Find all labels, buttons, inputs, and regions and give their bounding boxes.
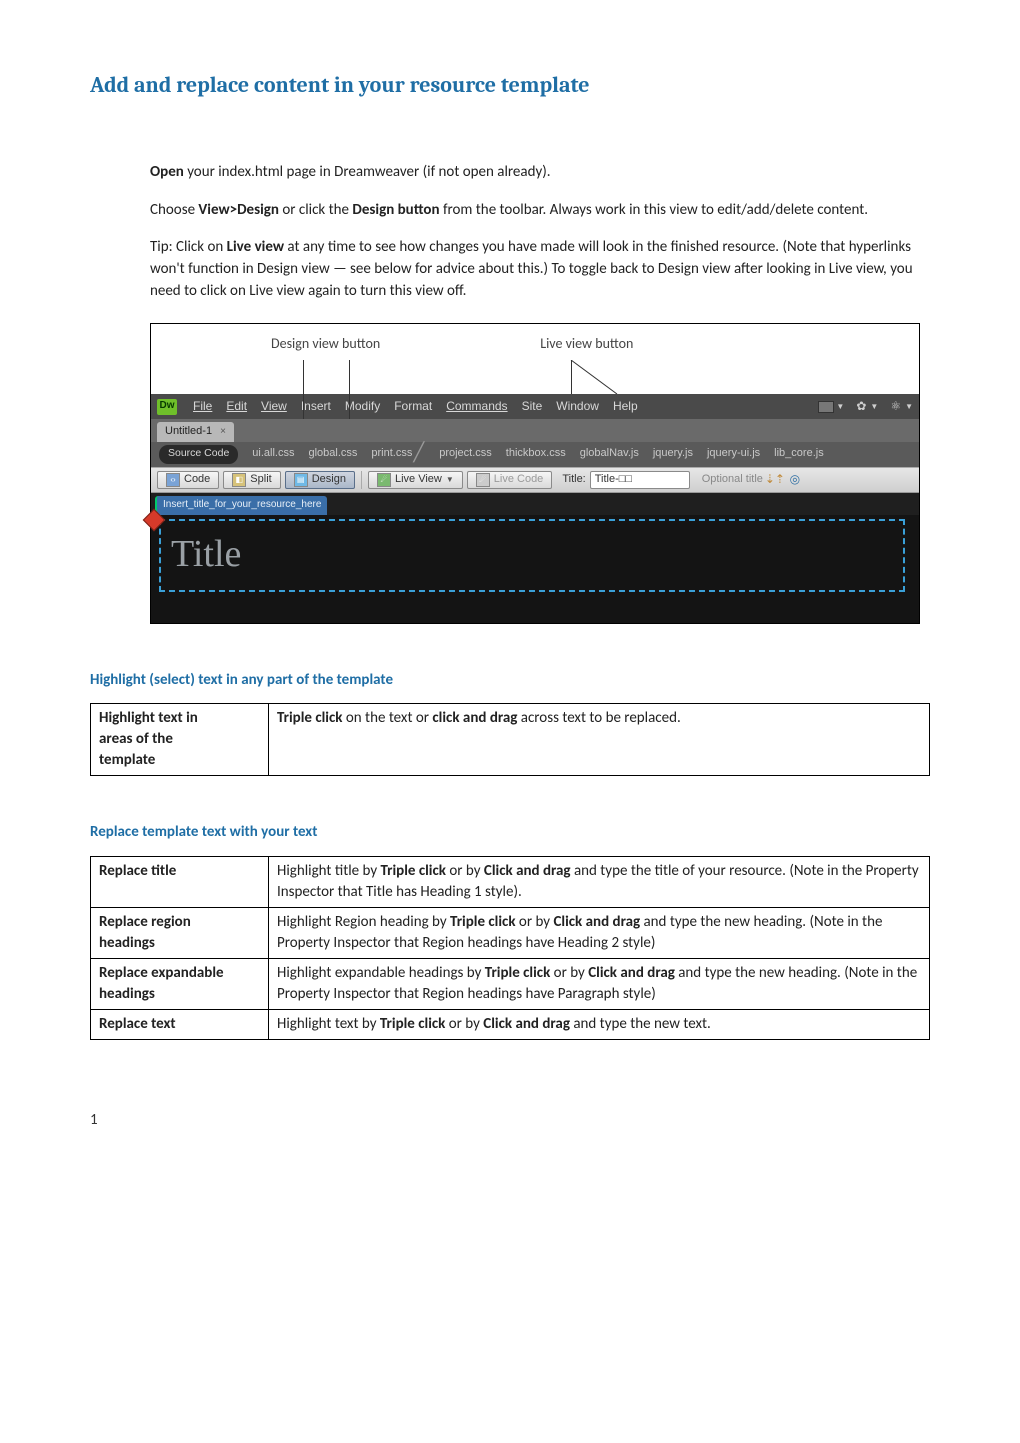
related-file[interactable]: project.css [439,446,492,462]
menu-site[interactable]: Site [522,398,543,415]
code-button[interactable]: ‹›Code [157,471,219,489]
callout-line [303,360,304,394]
menubar: Dw File Edit View Insert Modify Format C… [151,394,919,419]
live-code-button[interactable]: ☄Live Code [467,471,553,489]
menu-view[interactable]: View [261,398,287,415]
callout-line [349,360,350,394]
document-tab[interactable]: Untitled-1 × [157,422,234,442]
section-heading-replace: Replace template text with your text [90,822,930,844]
network-icon[interactable]: ▼ [890,398,913,415]
cell-text: Highlight Region heading by Triple click… [269,908,930,959]
related-file[interactable]: lib_core.js [774,446,824,462]
editable-region-tab: Insert_title_for_your_resource_here [155,496,327,515]
cell-label: Replace expandableheadings [99,964,224,1003]
screenshot: Design view button Live view button Dw F… [150,323,920,624]
cell-label: Replace regionheadings [99,913,191,952]
editable-region-bar: Insert_title_for_your_resource_here [151,493,919,515]
related-file[interactable]: thickbox.css [506,446,566,462]
dreamweaver-icon: Dw [157,399,177,415]
table-row: Highlight text in areas of the template … [91,704,930,776]
menu-insert[interactable]: Insert [301,398,331,415]
design-button[interactable]: ▤Design [285,471,355,489]
menu-window[interactable]: Window [556,398,599,415]
label-design-view-button: Design view button [271,334,380,354]
layout-dropdown-icon[interactable]: ▼ [818,401,844,413]
source-code-pill[interactable]: Source Code [159,445,238,463]
document-tab-bar: Untitled-1 × [151,419,919,442]
intro-open: Open [150,163,184,181]
intro-p1: Open your index.html page in Dreamweaver… [150,162,920,184]
menu-commands[interactable]: Commands [446,398,507,415]
cell-text: Highlight expandable headings by Triple … [269,959,930,1010]
table-row: Replace regionheadings Highlight Region … [91,908,930,959]
document-tab-label: Untitled-1 [165,424,212,440]
related-file[interactable]: jquery.js [653,446,693,462]
cell-text: Triple click on the text or click and dr… [269,704,930,776]
document-toolbar: ‹›Code ◧Split ▤Design ☄Live View▼ ☄Live … [151,467,919,493]
replace-table: Replace title Highlight title by Triple … [90,856,930,1040]
split-button[interactable]: ◧Split [223,471,280,489]
highlight-table: Highlight text in areas of the template … [90,703,930,776]
title-input[interactable]: Title-□□ [590,471,690,489]
close-icon[interactable]: × [220,425,226,440]
cell-label: Replace text [99,1015,176,1033]
callout-diagonal [569,360,659,394]
related-files-bar: Source Code ui.all.css global.css print.… [151,442,919,466]
gear-icon[interactable]: ▼ [856,398,878,415]
cell-text: Highlight text by Triple click or by Cli… [269,1010,930,1040]
menu-help[interactable]: Help [613,398,638,415]
label-live-view-button: Live view button [540,334,633,354]
design-canvas[interactable]: Title [151,515,919,623]
menu-modify[interactable]: Modify [345,398,380,415]
related-file[interactable]: global.css [308,446,357,462]
related-file[interactable]: globalNav.js [580,446,639,462]
related-file[interactable]: print.css╱ [371,446,425,462]
menu-edit[interactable]: Edit [226,398,247,415]
table-row: Replace expandableheadings Highlight exp… [91,959,930,1010]
optional-title-label: Optional title [702,472,763,488]
table-row: Replace title Highlight title by Triple … [91,857,930,908]
title-placeholder[interactable]: Title [159,519,905,592]
table-row: Replace text Highlight text by Triple cl… [91,1010,930,1040]
section-heading-highlight: Highlight (select) text in any part of t… [90,670,930,692]
menu-format[interactable]: Format [394,398,432,415]
title-label: Title: [562,472,585,488]
live-view-button[interactable]: ☄Live View▼ [368,471,463,489]
download-icon[interactable]: ⇣⇡ [767,472,783,488]
intro-p3: Tip: Click on Live view at any time to s… [150,237,920,302]
intro-p2: Choose View>Design or click the Design b… [150,200,920,222]
preview-browser-icon[interactable]: ◎ [787,472,803,488]
menu-file[interactable]: File [193,398,212,415]
cell-label: Replace title [99,862,176,880]
page-title: Add and replace content in your resource… [90,70,930,102]
cell-text: Highlight title by Triple click or by Cl… [269,857,930,908]
related-file[interactable]: jquery-ui.js [707,446,760,462]
related-file[interactable]: ui.all.css [252,446,294,462]
page-number: 1 [90,1110,930,1132]
cell-label: Highlight text in areas of the template [99,709,198,769]
separator [361,471,362,489]
